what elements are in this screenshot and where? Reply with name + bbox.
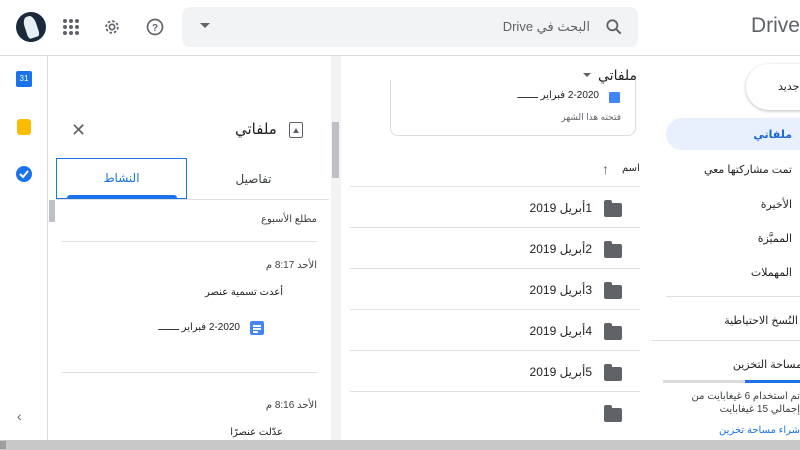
account-avatar[interactable] (16, 12, 46, 42)
drive-brand: Drive (750, 14, 800, 37)
folder-row[interactable]: 4أبريل 2019 (350, 310, 640, 351)
nav-item-label: ملفاتي (753, 129, 792, 141)
nav-item-label: مساحة التخزين (732, 359, 800, 371)
folder-name: 3أبريل 2019 (529, 283, 592, 297)
my-drive-icon (289, 122, 303, 138)
buy-storage-link[interactable]: شراء مساحة تخزين (666, 425, 800, 436)
folder-icon (604, 405, 622, 422)
active-tab-indicator (67, 195, 177, 198)
folder-icon (604, 200, 622, 217)
suggested-file-subtitle: فتحته هذا الشهر (561, 112, 621, 122)
nav-item-shared-with-me[interactable]: تمت مشاركتها معي (666, 155, 800, 183)
activity-file-label: 2-2020 فبراير ـــــــ (158, 322, 240, 333)
panel-title: ملفاتي (235, 121, 277, 138)
new-button-label: جديد (778, 81, 800, 93)
doc-icon (250, 321, 264, 335)
svg-text:?: ? (152, 23, 158, 34)
gear-icon[interactable] (96, 11, 128, 43)
help-icon[interactable]: ? (139, 11, 171, 43)
search-bar[interactable]: البحث في Drive (182, 7, 638, 47)
sort-arrow-up-icon[interactable]: ↑ (602, 161, 609, 177)
storage-bar-fill (745, 380, 800, 383)
folder-row[interactable]: 2أبريل 2019 (350, 228, 640, 269)
nav-item-label: المميَّزة (757, 233, 792, 245)
calendar-icon[interactable]: 31 (16, 71, 32, 87)
nav-item-label: النُسخ الاحتياطية (724, 315, 798, 327)
nav-item-backups[interactable]: النُسخ الاحتياطية (666, 306, 800, 334)
chevron-left-icon[interactable]: ‹ (17, 408, 22, 424)
side-apps-rail: 31 ‹ (0, 56, 48, 444)
folder-icon (604, 323, 622, 340)
tasks-icon[interactable] (16, 166, 32, 182)
folder-icon (604, 241, 622, 258)
activity-time: الأحد 8:17 م (265, 260, 317, 271)
apps-grid-icon[interactable] (55, 11, 87, 43)
nav-item-storage[interactable]: مساحة التخزين (666, 350, 800, 378)
location-dropdown-icon[interactable] (583, 73, 591, 77)
doc-icon (609, 92, 620, 103)
section-label: مطلع الأسبوع (261, 214, 317, 225)
suggested-file-title: 2-2020 فبراير ـــــــ (431, 90, 599, 101)
nav-item-recent[interactable]: الأخيرة (666, 190, 800, 218)
folder-icon (604, 282, 622, 299)
search-input[interactable]: البحث في Drive (503, 19, 590, 35)
folder-icon (604, 364, 622, 381)
top-bar: ? البحث في Drive Drive (0, 0, 800, 56)
folder-name: 1أبريل 2019 (529, 201, 592, 215)
nav-item-starred[interactable]: المميَّزة (666, 224, 800, 252)
tab-activity[interactable]: النشاط (56, 158, 187, 199)
section-divider (62, 241, 317, 242)
details-panel: ✕ ملفاتي (49, 56, 332, 444)
folder-row[interactable] (350, 392, 640, 433)
column-header-name[interactable]: اسم (622, 163, 640, 174)
activity-divider (62, 372, 317, 373)
folder-row[interactable]: 3أبريل 2019 (350, 269, 640, 310)
nav-item-label: الأخيرة (760, 199, 792, 211)
nav-item-label: تمت مشاركتها معي (703, 164, 792, 176)
suggested-file-title-text: 2-2020 فبراير ـــــــ (517, 90, 599, 101)
new-button[interactable]: جديد (746, 64, 800, 110)
scroll-left-icon[interactable] (0, 441, 6, 449)
folder-row[interactable]: 5أبريل 2019 (350, 351, 640, 392)
suggested-file-card[interactable]: 2-2020 فبراير ـــــــ فتحته هذا الشهر (390, 80, 636, 136)
keep-icon[interactable] (17, 119, 31, 135)
calendar-day-label: 31 (19, 74, 29, 83)
nav-item-my-drive[interactable]: ملفاتي (666, 118, 800, 150)
storage-usage-text: تم استخدام 6 غيغابايت من إجمالي 15 غيغاب… (691, 391, 800, 415)
activity-action: أعدت تسمية عنصر (204, 287, 283, 298)
panel-scrollbar-thumb[interactable] (332, 122, 339, 178)
storage-bar (663, 380, 800, 383)
tab-activity-label: النشاط (103, 171, 140, 185)
horizontal-scrollbar[interactable] (0, 440, 800, 450)
panel-scrollbar[interactable] (331, 56, 341, 444)
search-icon[interactable] (604, 17, 624, 42)
activity-time: الأحد 8:16 م (265, 400, 317, 411)
search-options-dropdown-icon[interactable] (200, 23, 210, 28)
folder-name: 4أبريل 2019 (529, 324, 592, 338)
folder-name: 2أبريل 2019 (529, 242, 592, 256)
nav-item-trash[interactable]: المهملات (666, 258, 800, 286)
tabs-divider (56, 199, 329, 200)
folder-name: 5أبريل 2019 (529, 365, 592, 379)
nav-item-label: المهملات (750, 267, 792, 279)
tab-details[interactable]: تفاصيل (188, 172, 319, 186)
panel-inner-scroll-thumb[interactable] (49, 200, 55, 222)
activity-action: عدّلت عنصرًا (230, 427, 283, 438)
activity-file-name[interactable]: 2-2020 فبراير ـــــــ (110, 322, 240, 333)
nav-divider (666, 296, 800, 297)
close-icon[interactable]: ✕ (71, 120, 86, 141)
nav-divider (652, 340, 800, 341)
folder-row[interactable]: 1أبريل 2019 (350, 187, 640, 228)
